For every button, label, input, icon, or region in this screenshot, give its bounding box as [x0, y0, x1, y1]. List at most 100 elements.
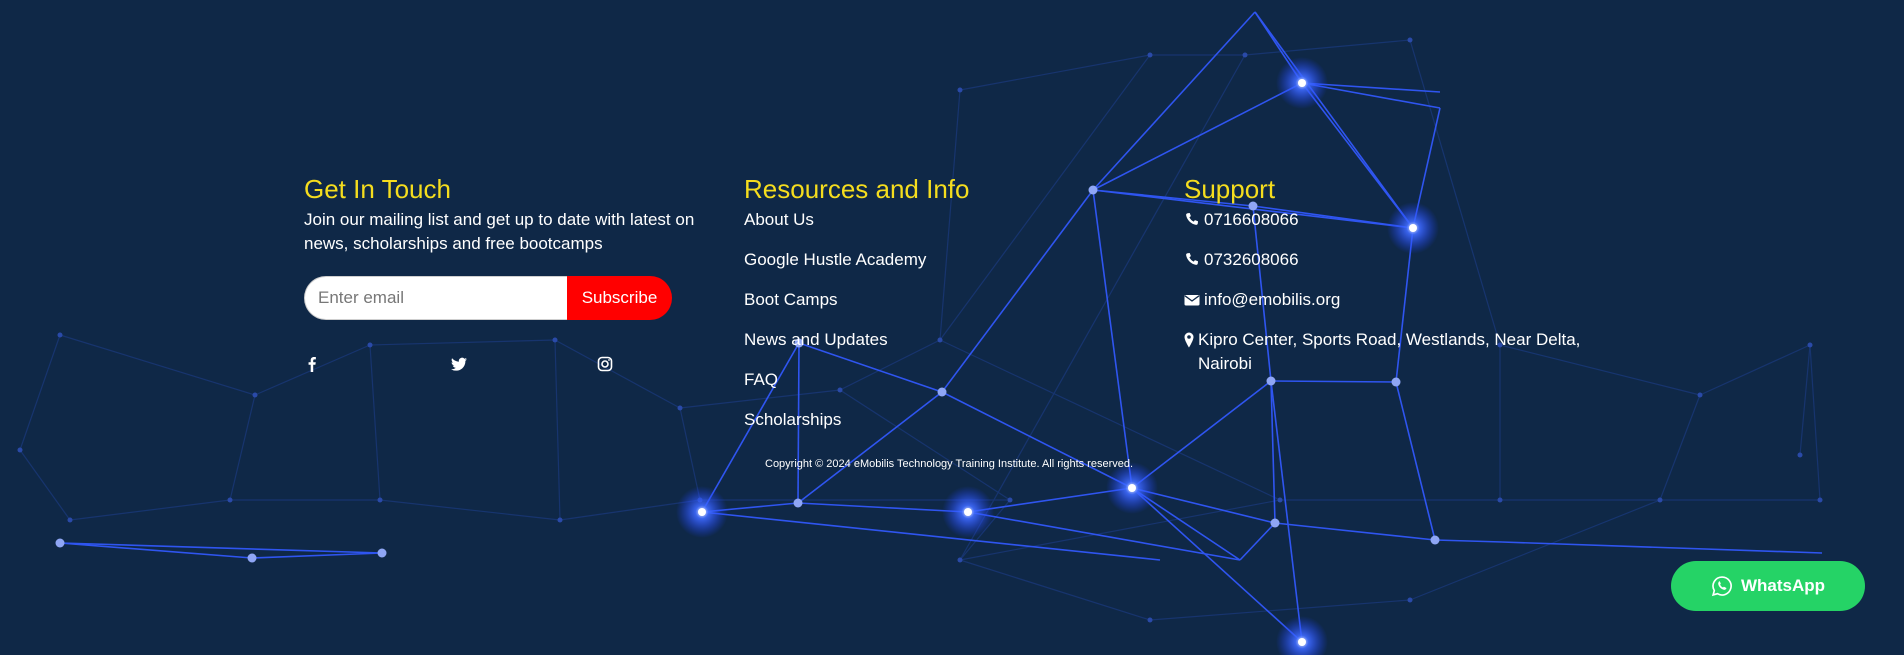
network-node — [957, 87, 963, 93]
network-glow — [1276, 616, 1328, 655]
network-line — [229, 394, 256, 501]
network-line — [967, 511, 1241, 561]
network-node — [227, 497, 233, 503]
network-node — [964, 508, 972, 516]
phone-icon — [1184, 212, 1200, 228]
scholarships-link[interactable]: Scholarships — [744, 410, 841, 429]
network-line — [1270, 380, 1303, 643]
network-line — [69, 499, 231, 521]
network-line — [1501, 541, 1823, 554]
resources-links: About Us Google Hustle Academy Boot Camp… — [744, 208, 1104, 432]
mailing-list-text: Join our mailing list and get up to date… — [304, 210, 695, 253]
network-node — [557, 517, 563, 523]
network-node — [377, 497, 383, 503]
email-input[interactable] — [304, 276, 567, 320]
network-node — [17, 447, 23, 453]
copyright-text: Copyright © 2024 eMobilis Technology Tra… — [765, 458, 1134, 470]
network-node — [1277, 497, 1283, 503]
instagram-link[interactable] — [597, 356, 617, 376]
network-line — [959, 54, 1151, 91]
list-item: FAQ — [744, 368, 1104, 392]
network-node — [252, 392, 258, 398]
network-node — [377, 548, 387, 558]
support-contacts: 0716608066 0732608066 info@emobilis.org … — [1184, 208, 1624, 376]
support-email: info@emobilis.org — [1204, 290, 1341, 309]
network-node — [1147, 52, 1153, 58]
phone-number-2: 0732608066 — [1204, 250, 1299, 269]
google-hustle-academy-link[interactable]: Google Hustle Academy — [744, 250, 926, 269]
subscribe-form: Subscribe — [304, 276, 672, 320]
support-address: Kipro Center, Sports Road, Westlands, Ne… — [1198, 330, 1581, 373]
social-links — [304, 356, 704, 376]
network-node — [67, 517, 73, 523]
phone-icon — [1184, 252, 1200, 268]
network-line — [251, 552, 383, 559]
network-node — [1270, 518, 1280, 528]
network-line — [1131, 380, 1272, 489]
facebook-link[interactable] — [304, 356, 324, 376]
network-line — [1395, 381, 1436, 541]
network-node — [1128, 484, 1136, 492]
network-line — [379, 499, 561, 521]
network-line — [1092, 11, 1256, 191]
network-node — [793, 498, 803, 508]
network-node — [55, 538, 65, 548]
instagram-icon — [597, 356, 613, 372]
network-node — [1242, 52, 1248, 58]
network-node — [1797, 452, 1803, 458]
whatsapp-button[interactable]: WhatsApp — [1671, 561, 1865, 611]
network-line — [19, 449, 71, 521]
subscribe-button[interactable]: Subscribe — [567, 276, 672, 320]
resources-heading: Resources and Info — [744, 174, 970, 204]
network-line — [59, 542, 383, 554]
network-node — [1298, 79, 1306, 87]
about-us-link[interactable]: About Us — [744, 210, 814, 229]
twitter-icon — [451, 357, 467, 371]
envelope-icon — [1184, 292, 1200, 308]
email-item: info@emobilis.org — [1184, 288, 1624, 312]
whatsapp-label: WhatsApp — [1740, 576, 1826, 595]
network-node — [247, 553, 257, 563]
network-line — [19, 334, 61, 451]
network-line — [1434, 539, 1503, 543]
network-line — [1699, 344, 1811, 396]
map-marker-icon — [1184, 332, 1194, 348]
news-and-updates-link[interactable]: News and Updates — [744, 330, 888, 349]
faq-link[interactable]: FAQ — [744, 370, 778, 389]
network-node — [1298, 638, 1306, 646]
get-in-touch-heading: Get In Touch — [304, 174, 451, 204]
resources-section: Resources and Info About Us Google Hustl… — [744, 172, 1104, 448]
network-node — [1657, 497, 1663, 503]
whatsapp-icon — [1711, 575, 1733, 597]
phone-number-1: 0716608066 — [1204, 210, 1299, 229]
network-node — [957, 557, 963, 563]
network-node — [698, 508, 706, 516]
support-section: Support 0716608066 0732608066 info@emobi… — [1184, 172, 1624, 392]
network-node — [1807, 342, 1813, 348]
network-node — [1147, 617, 1153, 623]
network-node — [1007, 497, 1013, 503]
network-node — [57, 332, 63, 338]
network-line — [1659, 394, 1701, 501]
phone-item: 0716608066 — [1184, 208, 1624, 232]
get-in-touch-section: Get In Touch Join our mailing list and g… — [304, 172, 704, 376]
list-item: News and Updates — [744, 328, 1104, 352]
facebook-icon — [308, 356, 316, 372]
network-node — [1407, 597, 1413, 603]
network-line — [1409, 499, 1661, 601]
address-item: Kipro Center, Sports Road, Westlands, Ne… — [1184, 328, 1624, 376]
boot-camps-link[interactable]: Boot Camps — [744, 290, 838, 309]
list-item: Google Hustle Academy — [744, 248, 1104, 272]
network-line — [1274, 522, 1436, 541]
network-node — [1697, 392, 1703, 398]
network-line — [1244, 39, 1411, 56]
network-node — [1407, 37, 1413, 43]
network-line — [1239, 522, 1276, 561]
network-node — [1497, 497, 1503, 503]
list-item: About Us — [744, 208, 1104, 232]
network-node — [1817, 497, 1823, 503]
twitter-link[interactable] — [451, 356, 471, 376]
list-item: Scholarships — [744, 408, 1104, 432]
network-line — [959, 559, 1151, 621]
network-line — [701, 511, 1161, 561]
